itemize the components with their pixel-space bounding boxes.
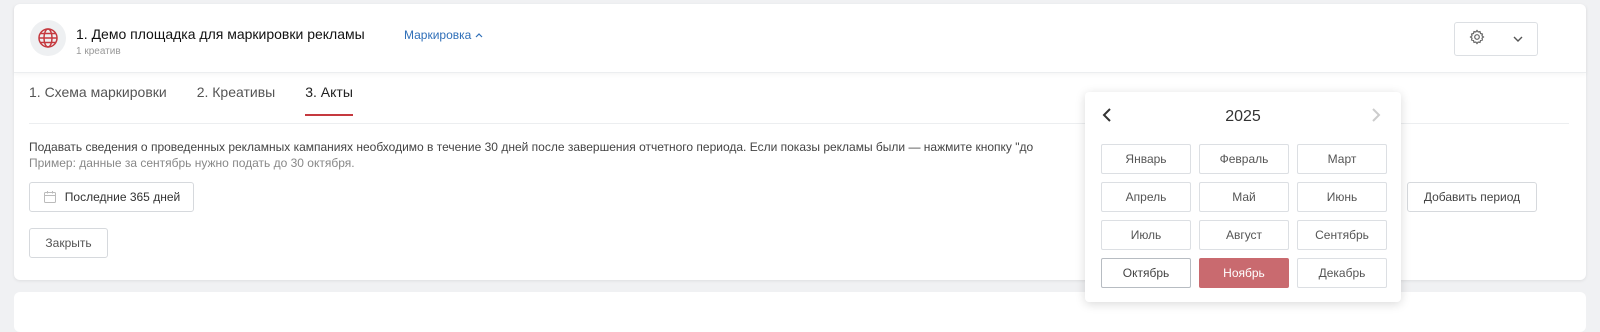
gear-icon[interactable] xyxy=(1469,29,1485,50)
example-text: Пример: данные за сентябрь нужно подать … xyxy=(29,156,355,170)
close-button[interactable]: Закрыть xyxy=(29,228,108,258)
tabs: 1. Схема маркировки 2. Креативы 3. Акты xyxy=(29,84,353,116)
month-march[interactable]: Март xyxy=(1297,144,1387,174)
creative-count: 1 креатив xyxy=(76,46,121,57)
month-picker: 2025 Январь Февраль Март Апрель Май Июнь… xyxy=(1085,92,1401,302)
card-header: 1. Демо площадка для маркировки рекламы … xyxy=(14,4,1586,73)
header-actions xyxy=(1454,22,1538,56)
month-january[interactable]: Январь xyxy=(1101,144,1191,174)
period-button[interactable]: Последние 365 дней xyxy=(29,182,194,212)
page-title: 1. Демо площадка для маркировки рекламы xyxy=(76,26,365,42)
month-december[interactable]: Декабрь xyxy=(1297,258,1387,288)
tab-creatives[interactable]: 2. Креативы xyxy=(197,84,276,116)
month-october[interactable]: Октябрь xyxy=(1101,258,1191,288)
month-april[interactable]: Апрель xyxy=(1101,182,1191,212)
month-grid: Январь Февраль Март Апрель Май Июнь Июль… xyxy=(1101,144,1387,288)
period-button-label: Последние 365 дней xyxy=(64,190,181,204)
month-may[interactable]: Май xyxy=(1199,182,1289,212)
month-november[interactable]: Ноябрь xyxy=(1199,258,1289,288)
notice-text: Подавать сведения о проведенных рекламны… xyxy=(29,140,1034,154)
month-july[interactable]: Июль xyxy=(1101,220,1191,250)
tab-acts[interactable]: 3. Акты xyxy=(305,84,353,116)
chevron-right-icon[interactable] xyxy=(1370,107,1382,128)
month-august[interactable]: Август xyxy=(1199,220,1289,250)
calendar-icon xyxy=(43,191,56,203)
tab-marking-scheme[interactable]: 1. Схема маркировки xyxy=(29,84,167,116)
marking-link[interactable]: Маркировка xyxy=(404,28,483,42)
marking-link-label: Маркировка xyxy=(404,28,472,42)
picker-year: 2025 xyxy=(1225,108,1261,125)
month-september[interactable]: Сентябрь xyxy=(1297,220,1387,250)
globe-icon xyxy=(30,20,66,56)
chevron-up-icon xyxy=(475,33,483,38)
month-june[interactable]: Июнь xyxy=(1297,182,1387,212)
add-period-button[interactable]: Добавить период xyxy=(1407,182,1537,212)
chevron-down-icon[interactable] xyxy=(1512,30,1524,48)
month-february[interactable]: Февраль xyxy=(1199,144,1289,174)
